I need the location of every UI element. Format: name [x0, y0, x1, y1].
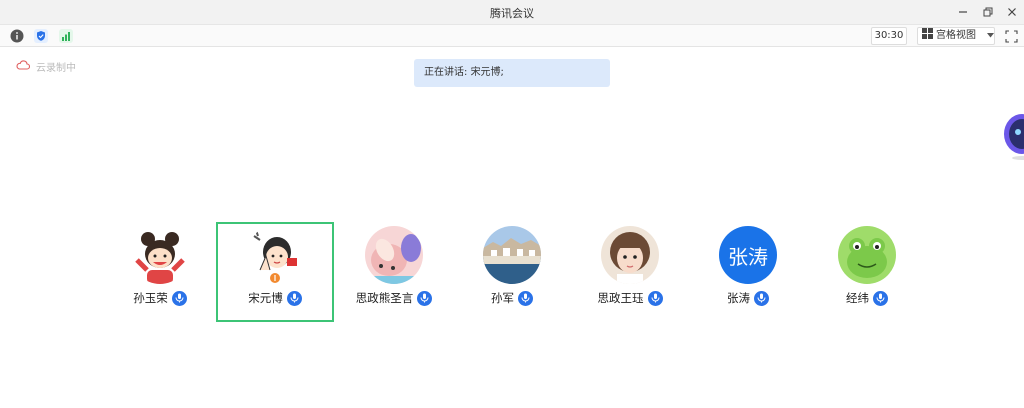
speaking-banner: 正在讲话: 宋元博; [414, 59, 610, 87]
ai-assistant-icon[interactable] [1000, 100, 1024, 160]
cartoon-boy-avatar [246, 226, 304, 284]
frog-avatar [838, 226, 896, 284]
participant-name: 孙玉荣 [133, 291, 168, 305]
toy-avatar [365, 226, 423, 284]
avatar-initials: 张涛 [728, 244, 768, 269]
shield-icon[interactable] [33, 28, 48, 43]
microphone-icon [518, 290, 533, 306]
text-avatar: 张涛 [719, 226, 777, 284]
close-icon[interactable] [1001, 3, 1023, 21]
microphone-icon [647, 290, 663, 306]
participant-tile[interactable]: 思政王珏 [571, 222, 689, 322]
minimize-icon[interactable] [952, 3, 974, 21]
signal-icon[interactable] [58, 28, 73, 43]
participant-tile[interactable]: 思政熊圣言 [335, 222, 453, 322]
microphone-icon [754, 290, 769, 306]
participant-tile[interactable]: 经纬 [808, 222, 926, 322]
participant-name: 思政熊圣言 [355, 291, 414, 305]
participant-name: 宋元博 [248, 291, 283, 305]
chevron-down-icon [987, 28, 994, 44]
participant-name: 孙军 [491, 291, 514, 305]
fullscreen-icon[interactable] [1003, 28, 1019, 44]
town-photo-avatar [483, 226, 541, 284]
toolbar: 30:30 宫格视图 [0, 25, 1024, 47]
view-mode-dropdown[interactable]: 宫格视图 [917, 27, 995, 45]
microphone-icon [171, 290, 187, 306]
microphone-icon [873, 290, 888, 306]
view-mode-label: 宫格视图 [936, 30, 976, 41]
participant-tile[interactable]: 孙玉荣 [101, 222, 219, 322]
microphone-icon [286, 290, 302, 306]
meeting-timer: 30:30 [871, 27, 907, 45]
title-bar: 腾讯会议 [0, 0, 1024, 25]
restore-icon[interactable] [977, 3, 999, 21]
participant-tile[interactable]: 张涛 张涛 [689, 222, 807, 322]
recording-label: 云录制中 [36, 63, 76, 74]
info-icon[interactable] [9, 28, 24, 43]
cloud-icon [16, 60, 31, 73]
speaking-prefix: 正在讲话: [424, 67, 468, 78]
recording-indicator: 云录制中 [16, 59, 76, 74]
participant-tile-active[interactable]: 宋元博 [216, 222, 334, 322]
speaking-name: 宋元博; [470, 67, 504, 78]
participant-name: 经纬 [846, 291, 869, 305]
window-title: 腾讯会议 [490, 7, 534, 20]
participant-name: 张涛 [727, 291, 750, 305]
participant-tile[interactable]: 孙军 [453, 222, 571, 322]
girl-photo-avatar [601, 226, 659, 284]
participant-name: 思政王珏 [597, 291, 644, 305]
cartoon-girl-avatar [131, 226, 189, 284]
microphone-icon [417, 290, 433, 306]
grid-icon [922, 27, 933, 45]
